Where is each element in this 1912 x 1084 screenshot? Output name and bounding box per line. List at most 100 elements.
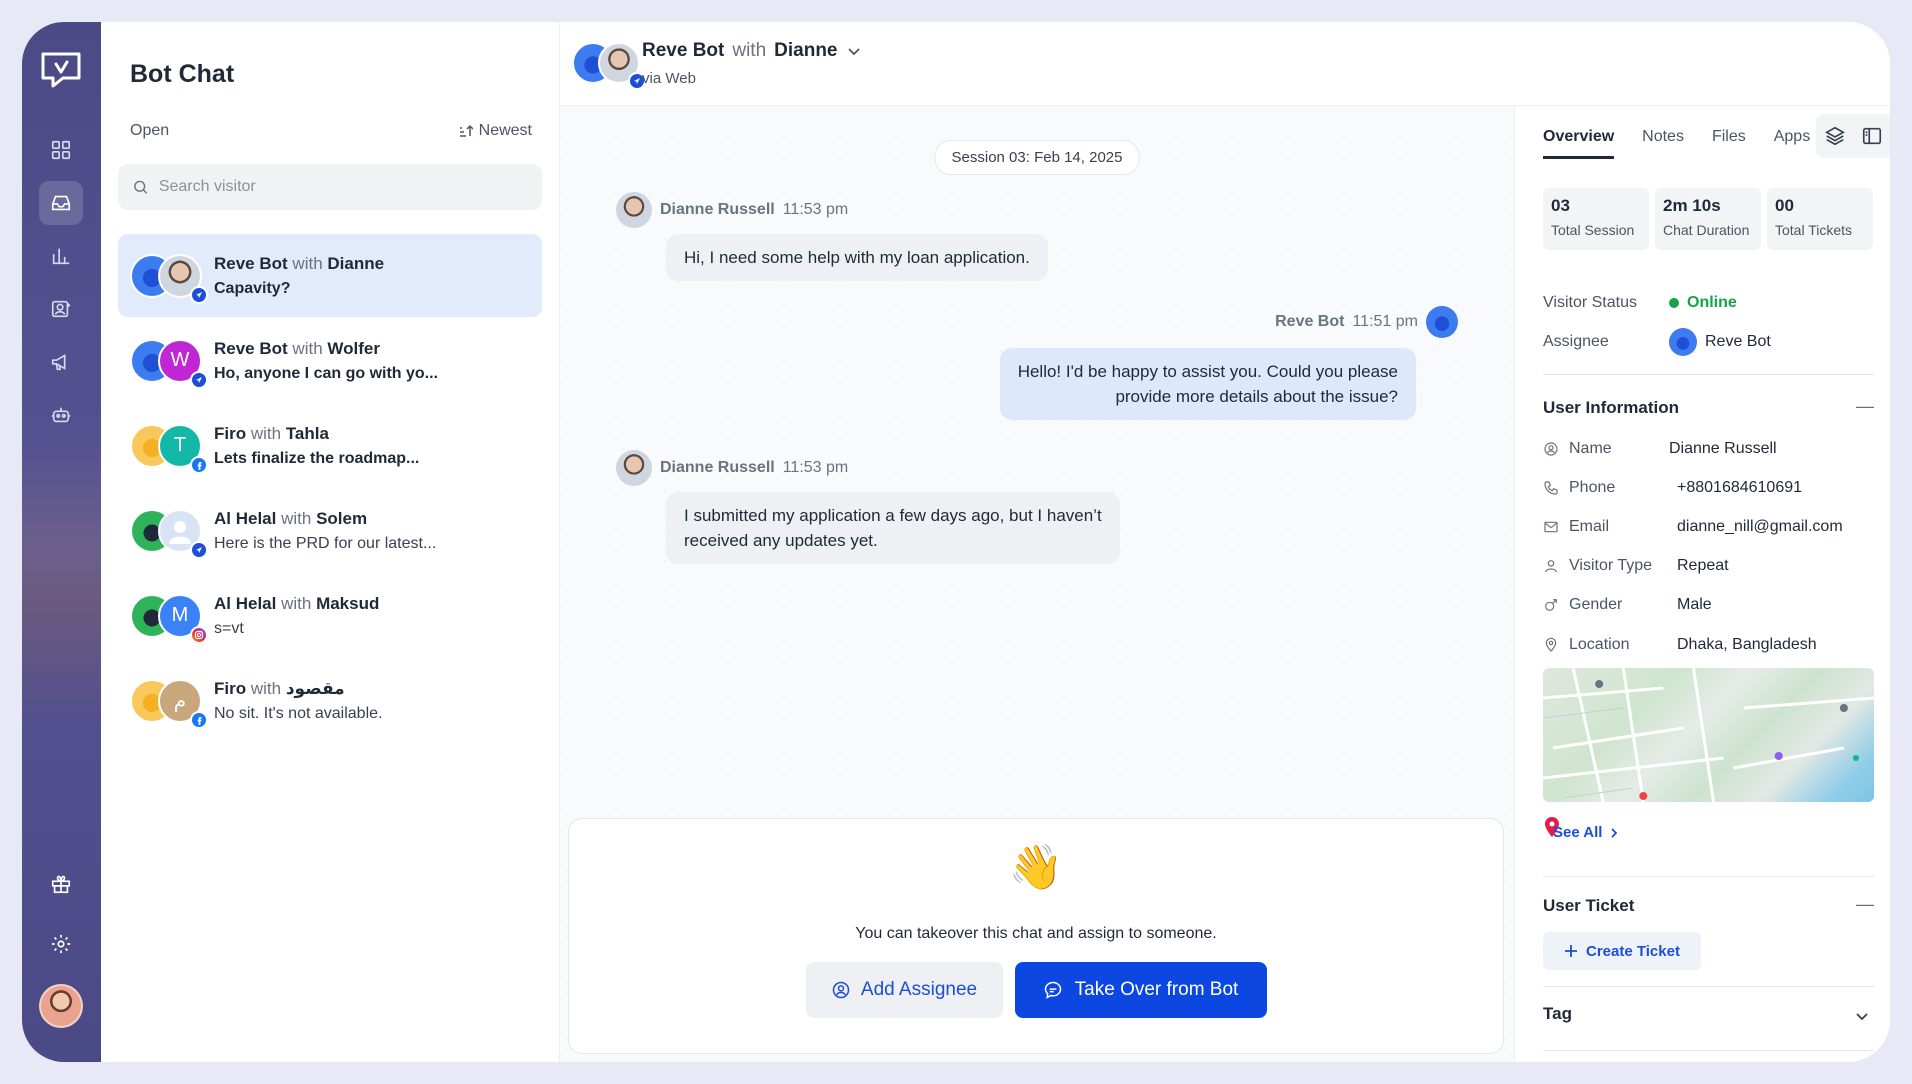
stat-card: 03 Total Session <box>1543 188 1649 250</box>
info-row-phone: Phone +8801684610691 <box>1543 479 1802 497</box>
chevron-down-icon[interactable] <box>1854 1008 1870 1024</box>
sort-label: Newest <box>478 122 532 139</box>
divider <box>1543 876 1874 877</box>
sidebar-item-gifts[interactable] <box>39 862 83 906</box>
assignee-value[interactable]: Reve Bot <box>1705 333 1771 351</box>
sidebar-item-campaigns[interactable] <box>39 340 83 384</box>
conversation-title[interactable]: Reve Bot with Dianne <box>642 40 862 62</box>
search-box[interactable] <box>118 164 542 210</box>
tab-notes[interactable]: Notes <box>1642 128 1684 159</box>
info-value[interactable]: +8801684610691 <box>1677 479 1802 497</box>
user-circle-icon <box>1544 442 1558 456</box>
message-header: Dianne Russell 11:53 pm <box>616 450 848 486</box>
conversation-item[interactable]: W Reve Bot with Wolfer Ho, anyone I can … <box>118 319 542 402</box>
info-row-location: Location Dhaka, Bangladesh <box>1543 636 1817 654</box>
conversation-item[interactable]: T Firo with Tahla Lets finalize the road… <box>118 404 542 487</box>
visitor-name: Solem <box>316 508 368 528</box>
tab-files[interactable]: Files <box>1712 128 1746 159</box>
waving-hand-icon: 👋 <box>1008 843 1064 892</box>
message-bubble-outgoing: Hello! I'd be happy to assist you. Could… <box>999 348 1416 420</box>
search-input[interactable] <box>158 178 542 196</box>
message-line: received any updates yet. <box>684 531 878 550</box>
info-value: Dhaka, Bangladesh <box>1677 636 1817 653</box>
tab-apps[interactable]: Apps <box>1774 128 1810 159</box>
avatar-stack: M <box>130 590 210 644</box>
visitor-status-value: Online <box>1687 294 1737 311</box>
details-content: Overview Notes Files Apps 03 Total Sessio… <box>1514 106 1890 1062</box>
sort-button[interactable]: Newest <box>459 122 532 140</box>
tab-overview[interactable]: Overview <box>1543 128 1615 159</box>
conversation-item[interactable]: Al Helal with Solem Here is the PRD for … <box>118 489 542 572</box>
sidebar-item-analytics[interactable] <box>39 234 83 278</box>
bot-icon <box>51 407 71 423</box>
sender-name: Reve Bot <box>1275 313 1345 330</box>
sender-name: Dianne Russell <box>660 201 775 218</box>
conversation-item[interactable]: Reve Bot with Dianne Capavity? <box>118 234 542 317</box>
message-preview: Capavity? <box>214 279 291 297</box>
panel-toggle-icon[interactable] <box>1861 125 1883 147</box>
sidebar-item-bots[interactable] <box>39 393 83 437</box>
chat-bubble-icon <box>1044 981 1061 999</box>
sidebar-rail <box>22 22 101 1062</box>
agent-name: Reve Bot <box>214 338 288 358</box>
info-row-name: Name Dianne Russell <box>1543 440 1777 458</box>
agent-name: Al Helal <box>214 508 277 528</box>
info-value: Dianne Russell <box>1669 440 1777 457</box>
take-over-button[interactable]: Take Over from Bot <box>1014 962 1267 1018</box>
avatar-stack: W <box>130 335 210 389</box>
add-assignee-button[interactable]: Add Assignee <box>805 962 1003 1018</box>
phone-icon <box>1544 481 1558 495</box>
visitor-status-row: Visitor Status Online <box>1543 294 1737 312</box>
web-channel-icon <box>190 370 208 389</box>
sidebar-item-dashboard[interactable] <box>39 128 83 172</box>
with-label: with <box>732 40 767 61</box>
conversation-item[interactable]: م Firo with مقصود No sit. It's not avail… <box>118 659 542 742</box>
app-frame: Bot Chat Open Newest Reve Bot with Diann… <box>22 22 1890 1062</box>
collapse-ticket-icon[interactable]: — <box>1856 894 1874 915</box>
layers-icon[interactable] <box>1824 125 1846 147</box>
assignee-avatar <box>1669 328 1697 356</box>
visitor-avatar <box>616 192 652 228</box>
online-status-dot <box>1669 298 1679 308</box>
see-all-label: See All <box>1553 824 1603 841</box>
create-ticket-label: Create Ticket <box>1586 942 1680 960</box>
sidebar-item-contacts[interactable] <box>39 287 83 331</box>
message-line: I submitted my application a few days ag… <box>684 506 1102 525</box>
stat-label: Total Session <box>1551 222 1635 238</box>
location-map[interactable] <box>1543 668 1874 802</box>
with-label: with <box>281 508 312 528</box>
divider <box>1543 374 1874 375</box>
details-header-strip <box>1514 22 1890 106</box>
message-area: Session 03: Feb 14, 2025 Dianne Russell … <box>560 106 1514 1062</box>
avatar-stack <box>130 505 210 559</box>
details-tabs: Overview Notes Files Apps <box>1543 128 1810 159</box>
collapse-user-info-icon[interactable]: — <box>1856 396 1874 417</box>
agent-name: Reve Bot <box>214 253 288 273</box>
user-avatar[interactable] <box>39 984 83 1028</box>
instagram-channel-icon <box>190 625 208 644</box>
message-header: Dianne Russell 11:53 pm <box>616 192 848 228</box>
message-preview: Ho, anyone I can go with yo... <box>214 364 439 382</box>
info-label: Gender <box>1569 596 1623 613</box>
sidebar-item-settings[interactable] <box>39 922 83 966</box>
info-label: Phone <box>1569 479 1616 496</box>
assignee-label: Assignee <box>1543 333 1609 350</box>
info-label: Name <box>1569 440 1612 457</box>
see-all-link[interactable]: See All <box>1553 824 1620 841</box>
chevron-down-icon[interactable] <box>846 43 862 59</box>
message-bubble-incoming: I submitted my application a few days ag… <box>666 492 1120 564</box>
message-preview: Here is the PRD for our latest... <box>214 534 437 552</box>
mail-icon <box>1544 521 1558 533</box>
info-label: Visitor Type <box>1569 557 1653 574</box>
info-value[interactable]: dianne_nill@gmail.com <box>1677 518 1843 536</box>
sort-icon <box>459 124 473 137</box>
create-ticket-button[interactable]: Create Ticket <box>1543 932 1701 970</box>
message-header: Reve Bot 11:51 pm <box>1275 306 1458 338</box>
status-filter[interactable]: Open <box>130 122 169 140</box>
session-divider: Session 03: Feb 14, 2025 <box>934 140 1140 175</box>
conversation-item[interactable]: M Al Helal with Maksud s=vt <box>118 574 542 657</box>
app-logo-icon[interactable] <box>39 50 83 90</box>
sidebar-item-inbox[interactable] <box>39 181 83 225</box>
chevron-right-icon <box>1611 827 1618 838</box>
assignee-row: Assignee Reve Bot <box>1543 328 1771 356</box>
